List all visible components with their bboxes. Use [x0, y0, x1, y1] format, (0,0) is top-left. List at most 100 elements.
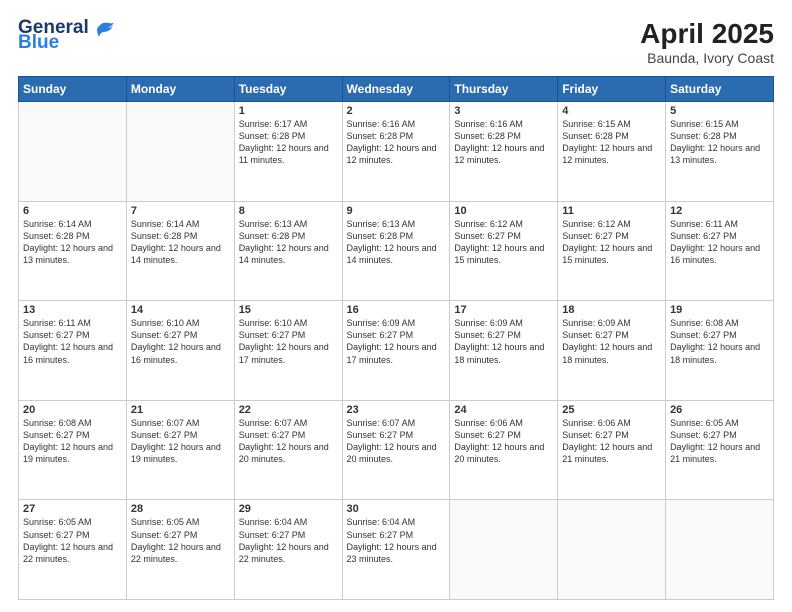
calendar-cell: 10Sunrise: 6:12 AM Sunset: 6:27 PM Dayli… [450, 201, 558, 301]
day-number: 19 [670, 304, 769, 316]
day-info: Sunrise: 6:13 AM Sunset: 6:28 PM Dayligh… [347, 218, 446, 267]
day-number: 9 [347, 205, 446, 217]
day-number: 22 [239, 404, 338, 416]
day-number: 15 [239, 304, 338, 316]
day-header-sunday: Sunday [19, 77, 127, 102]
calendar-table: SundayMondayTuesdayWednesdayThursdayFrid… [18, 76, 774, 600]
calendar-cell: 14Sunrise: 6:10 AM Sunset: 6:27 PM Dayli… [126, 301, 234, 401]
calendar-title: April 2025 [640, 18, 774, 50]
day-number: 6 [23, 205, 122, 217]
day-number: 18 [562, 304, 661, 316]
calendar-cell: 15Sunrise: 6:10 AM Sunset: 6:27 PM Dayli… [234, 301, 342, 401]
calendar-cell: 1Sunrise: 6:17 AM Sunset: 6:28 PM Daylig… [234, 102, 342, 202]
calendar-cell: 17Sunrise: 6:09 AM Sunset: 6:27 PM Dayli… [450, 301, 558, 401]
day-number: 13 [23, 304, 122, 316]
day-info: Sunrise: 6:04 AM Sunset: 6:27 PM Dayligh… [347, 516, 446, 565]
day-number: 2 [347, 105, 446, 117]
calendar-cell: 26Sunrise: 6:05 AM Sunset: 6:27 PM Dayli… [666, 400, 774, 500]
day-number: 17 [454, 304, 553, 316]
calendar-cell: 20Sunrise: 6:08 AM Sunset: 6:27 PM Dayli… [19, 400, 127, 500]
calendar-subtitle: Baunda, Ivory Coast [640, 50, 774, 66]
day-header-monday: Monday [126, 77, 234, 102]
calendar-week-row: 20Sunrise: 6:08 AM Sunset: 6:27 PM Dayli… [19, 400, 774, 500]
calendar-cell: 29Sunrise: 6:04 AM Sunset: 6:27 PM Dayli… [234, 500, 342, 600]
calendar-cell: 27Sunrise: 6:05 AM Sunset: 6:27 PM Dayli… [19, 500, 127, 600]
day-number: 3 [454, 105, 553, 117]
calendar-cell: 12Sunrise: 6:11 AM Sunset: 6:27 PM Dayli… [666, 201, 774, 301]
day-header-thursday: Thursday [450, 77, 558, 102]
logo: General Blue [18, 18, 115, 52]
calendar-cell: 22Sunrise: 6:07 AM Sunset: 6:27 PM Dayli… [234, 400, 342, 500]
calendar-cell: 2Sunrise: 6:16 AM Sunset: 6:28 PM Daylig… [342, 102, 450, 202]
calendar-cell: 28Sunrise: 6:05 AM Sunset: 6:27 PM Dayli… [126, 500, 234, 600]
day-number: 5 [670, 105, 769, 117]
calendar-cell: 6Sunrise: 6:14 AM Sunset: 6:28 PM Daylig… [19, 201, 127, 301]
calendar-cell: 21Sunrise: 6:07 AM Sunset: 6:27 PM Dayli… [126, 400, 234, 500]
calendar-cell: 4Sunrise: 6:15 AM Sunset: 6:28 PM Daylig… [558, 102, 666, 202]
logo-blue: Blue [18, 33, 89, 52]
day-number: 24 [454, 404, 553, 416]
day-info: Sunrise: 6:11 AM Sunset: 6:27 PM Dayligh… [23, 317, 122, 366]
logo-bird-icon [93, 19, 115, 39]
day-number: 27 [23, 503, 122, 515]
day-number: 26 [670, 404, 769, 416]
day-info: Sunrise: 6:10 AM Sunset: 6:27 PM Dayligh… [131, 317, 230, 366]
day-info: Sunrise: 6:17 AM Sunset: 6:28 PM Dayligh… [239, 118, 338, 167]
day-header-wednesday: Wednesday [342, 77, 450, 102]
calendar-cell: 9Sunrise: 6:13 AM Sunset: 6:28 PM Daylig… [342, 201, 450, 301]
day-info: Sunrise: 6:10 AM Sunset: 6:27 PM Dayligh… [239, 317, 338, 366]
day-info: Sunrise: 6:04 AM Sunset: 6:27 PM Dayligh… [239, 516, 338, 565]
day-info: Sunrise: 6:15 AM Sunset: 6:28 PM Dayligh… [562, 118, 661, 167]
day-number: 10 [454, 205, 553, 217]
day-number: 14 [131, 304, 230, 316]
calendar-cell [19, 102, 127, 202]
day-header-friday: Friday [558, 77, 666, 102]
day-header-saturday: Saturday [666, 77, 774, 102]
calendar-cell [126, 102, 234, 202]
calendar-week-row: 1Sunrise: 6:17 AM Sunset: 6:28 PM Daylig… [19, 102, 774, 202]
calendar-cell: 19Sunrise: 6:08 AM Sunset: 6:27 PM Dayli… [666, 301, 774, 401]
day-info: Sunrise: 6:08 AM Sunset: 6:27 PM Dayligh… [23, 417, 122, 466]
day-number: 4 [562, 105, 661, 117]
calendar-cell: 3Sunrise: 6:16 AM Sunset: 6:28 PM Daylig… [450, 102, 558, 202]
calendar-cell: 18Sunrise: 6:09 AM Sunset: 6:27 PM Dayli… [558, 301, 666, 401]
calendar-cell: 25Sunrise: 6:06 AM Sunset: 6:27 PM Dayli… [558, 400, 666, 500]
day-info: Sunrise: 6:12 AM Sunset: 6:27 PM Dayligh… [562, 218, 661, 267]
calendar-cell: 24Sunrise: 6:06 AM Sunset: 6:27 PM Dayli… [450, 400, 558, 500]
calendar-cell: 8Sunrise: 6:13 AM Sunset: 6:28 PM Daylig… [234, 201, 342, 301]
day-info: Sunrise: 6:07 AM Sunset: 6:27 PM Dayligh… [131, 417, 230, 466]
calendar-week-row: 6Sunrise: 6:14 AM Sunset: 6:28 PM Daylig… [19, 201, 774, 301]
day-info: Sunrise: 6:12 AM Sunset: 6:27 PM Dayligh… [454, 218, 553, 267]
day-number: 8 [239, 205, 338, 217]
calendar-cell: 5Sunrise: 6:15 AM Sunset: 6:28 PM Daylig… [666, 102, 774, 202]
day-number: 16 [347, 304, 446, 316]
calendar-cell [450, 500, 558, 600]
page: General Blue April 2025 Baunda, Ivory Co… [0, 0, 792, 612]
day-info: Sunrise: 6:15 AM Sunset: 6:28 PM Dayligh… [670, 118, 769, 167]
title-block: April 2025 Baunda, Ivory Coast [640, 18, 774, 66]
calendar-cell: 7Sunrise: 6:14 AM Sunset: 6:28 PM Daylig… [126, 201, 234, 301]
calendar-cell [666, 500, 774, 600]
day-number: 30 [347, 503, 446, 515]
day-number: 20 [23, 404, 122, 416]
day-number: 21 [131, 404, 230, 416]
day-info: Sunrise: 6:08 AM Sunset: 6:27 PM Dayligh… [670, 317, 769, 366]
day-info: Sunrise: 6:14 AM Sunset: 6:28 PM Dayligh… [23, 218, 122, 267]
day-info: Sunrise: 6:07 AM Sunset: 6:27 PM Dayligh… [347, 417, 446, 466]
day-info: Sunrise: 6:06 AM Sunset: 6:27 PM Dayligh… [454, 417, 553, 466]
day-number: 7 [131, 205, 230, 217]
header: General Blue April 2025 Baunda, Ivory Co… [18, 18, 774, 66]
calendar-week-row: 13Sunrise: 6:11 AM Sunset: 6:27 PM Dayli… [19, 301, 774, 401]
day-number: 12 [670, 205, 769, 217]
day-number: 23 [347, 404, 446, 416]
day-info: Sunrise: 6:14 AM Sunset: 6:28 PM Dayligh… [131, 218, 230, 267]
day-info: Sunrise: 6:09 AM Sunset: 6:27 PM Dayligh… [347, 317, 446, 366]
day-info: Sunrise: 6:05 AM Sunset: 6:27 PM Dayligh… [131, 516, 230, 565]
day-info: Sunrise: 6:07 AM Sunset: 6:27 PM Dayligh… [239, 417, 338, 466]
day-info: Sunrise: 6:09 AM Sunset: 6:27 PM Dayligh… [562, 317, 661, 366]
calendar-cell: 23Sunrise: 6:07 AM Sunset: 6:27 PM Dayli… [342, 400, 450, 500]
day-info: Sunrise: 6:06 AM Sunset: 6:27 PM Dayligh… [562, 417, 661, 466]
day-number: 11 [562, 205, 661, 217]
day-info: Sunrise: 6:11 AM Sunset: 6:27 PM Dayligh… [670, 218, 769, 267]
calendar-cell: 30Sunrise: 6:04 AM Sunset: 6:27 PM Dayli… [342, 500, 450, 600]
